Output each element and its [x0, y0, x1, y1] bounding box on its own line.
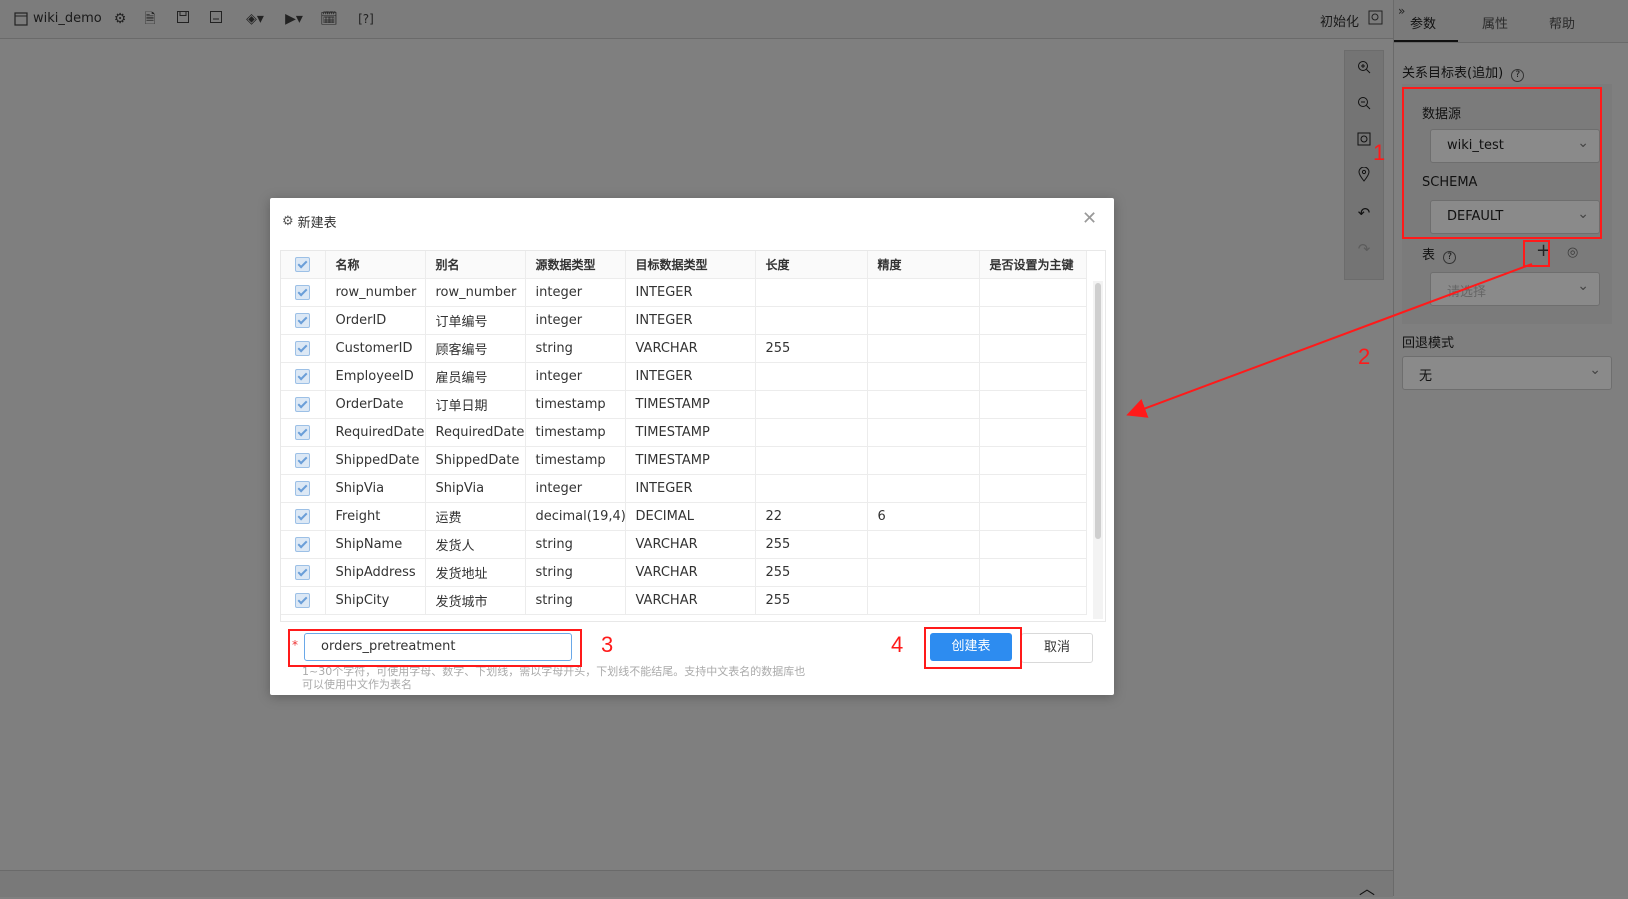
annotation-arrow — [1126, 263, 1533, 418]
